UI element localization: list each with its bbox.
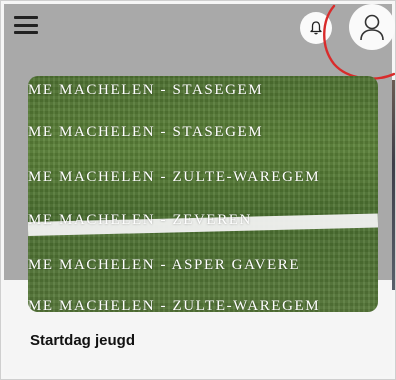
notifications-button[interactable] [300,12,332,44]
banner-text-line: ME MACHELEN - ZULTE-WAREGEM [28,298,321,312]
banner-text-line: ME MACHELEN - STASEGEM [28,124,264,140]
hamburger-menu-icon[interactable] [14,16,38,34]
banner-text-line: ME MACHELEN - ZEVEREN [28,212,252,228]
banner-text-line: ME MACHELEN - ASPER GAVERE [28,257,301,273]
event-card-image[interactable]: ME MACHELEN - STASEGEM ME MACHELEN - STA… [28,76,378,312]
user-icon [360,14,384,41]
next-card-edge[interactable] [392,80,396,290]
bell-icon [310,21,322,35]
profile-button[interactable] [349,4,395,50]
banner-text-line: ME MACHELEN - STASEGEM [28,82,264,98]
card-title[interactable]: Startdag jeugd [30,332,135,349]
banner-text-line: ME MACHELEN - ZULTE-WAREGEM [28,169,321,185]
